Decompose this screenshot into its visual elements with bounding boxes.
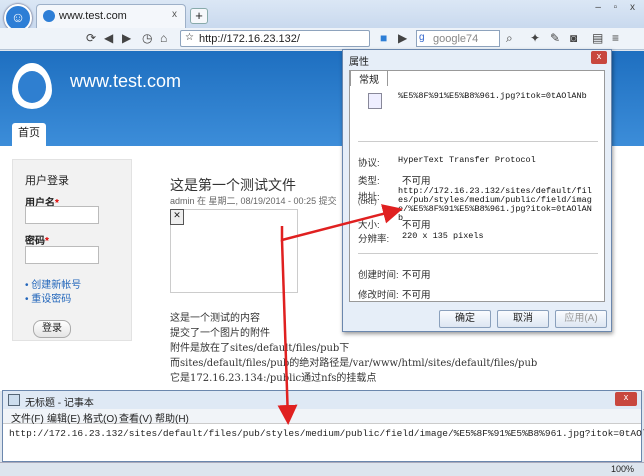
address-text: http://172.16.23.132/ — [199, 33, 300, 45]
password-label: 密码* — [25, 232, 49, 247]
dialog-title: 属性 — [349, 57, 369, 68]
notepad-close-icon[interactable]: x — [615, 392, 637, 406]
site-name[interactable]: www.test.com — [70, 71, 181, 92]
search-placeholder: google74 — [433, 33, 479, 45]
notepad-content: http://172.16.23.132/sites/default/files… — [9, 428, 644, 439]
tools-icon[interactable]: ✦ — [530, 31, 540, 45]
compat-icon[interactable]: ■ — [380, 31, 387, 45]
general-tab-panel: 常规 %E5%8F%91%E5%B8%961.jpg?itok=0tAOlANb… — [349, 70, 605, 302]
menu-help[interactable]: 帮助(H) — [155, 410, 189, 425]
browser-tab[interactable]: www.test.com x — [36, 4, 186, 28]
home-icon[interactable]: ⌂ — [160, 31, 167, 45]
notepad-window: 无标题 - 记事本 x 文件(F) 编辑(E) 格式(O) 查看(V) 帮助(H… — [2, 390, 644, 462]
size-label: 大小: — [358, 220, 380, 231]
divider — [358, 253, 598, 254]
modified-value: 不可用 — [402, 290, 431, 301]
login-block: 用户登录 用户名* 密码* • 创建新帐号 • 重设密码 登录 — [12, 159, 132, 341]
type-value: 不可用 — [402, 176, 431, 187]
body-line: 它是172.16.23.134:/public通过nfs的挂载点 — [170, 373, 377, 384]
tab-close-icon[interactable]: x — [172, 9, 177, 20]
back-icon[interactable]: ◀ — [104, 31, 113, 45]
refresh-icon[interactable]: ⟳ — [86, 31, 96, 45]
apply-button[interactable]: 应用(A) — [555, 310, 607, 328]
pen-icon[interactable]: ✎ — [550, 31, 560, 45]
broken-image-icon[interactable]: ✕ — [170, 209, 184, 225]
body-line: 提交了一个图片的附件 — [170, 328, 270, 339]
file-name: %E5%8F%91%E5%B8%961.jpg?itok=0tAOlANb — [398, 91, 587, 101]
body-line: 这是一个测试的内容 — [170, 313, 260, 324]
post-meta: admin 在 星期二, 08/19/2014 - 00:25 提交 — [170, 196, 337, 206]
login-button[interactable]: 登录 — [33, 320, 71, 338]
search-go-icon[interactable]: ⌕ — [506, 31, 513, 46]
menu-file[interactable]: 文件(F) — [11, 410, 44, 425]
protocol-value: HyperText Transfer Protocol — [398, 155, 536, 165]
created-value: 不可用 — [402, 270, 431, 281]
cancel-button[interactable]: 取消 — [497, 310, 549, 328]
google-icon: g — [419, 32, 425, 43]
star-icon[interactable]: ☆ — [185, 32, 194, 43]
reset-password-text[interactable]: 重设密码 — [31, 294, 71, 305]
menu-edit[interactable]: 编辑(E) — [47, 410, 80, 425]
reset-password-link[interactable]: • 重设密码 — [25, 290, 71, 305]
camera-icon[interactable]: ◙ — [570, 31, 577, 45]
body-line: 附件是放在了sites/default/files/pub下 — [170, 343, 350, 354]
divider — [358, 141, 598, 142]
create-account-link[interactable]: • 创建新帐号 — [25, 276, 81, 291]
browser-titlebar: www.test.com x + – ▫ x — [0, 0, 644, 28]
username-field[interactable] — [25, 206, 99, 224]
zoom-level[interactable]: 100% — [611, 464, 634, 474]
site-favicon-icon — [43, 10, 55, 22]
properties-dialog: 属性 x 常规 %E5%8F%91%E5%B8%961.jpg?itok=0tA… — [342, 49, 612, 332]
search-input[interactable]: g google74 — [416, 30, 500, 47]
forward-icon[interactable]: ▶ — [122, 31, 131, 45]
resolution-value: 220 x 135 pixels — [402, 231, 484, 241]
type-label: 类型: — [358, 176, 380, 187]
body-line: 而sites/default/files/pub的绝对路径是/var/www/h… — [170, 358, 538, 369]
notepad-icon — [8, 394, 20, 406]
tab-home[interactable]: 首页 — [12, 123, 46, 146]
window-controls[interactable]: – ▫ x — [595, 2, 640, 13]
tab-general[interactable]: 常规 — [350, 70, 388, 86]
address-sublabel: (URL) — [358, 199, 377, 206]
file-icon — [368, 93, 382, 109]
tab-title: www.test.com — [59, 10, 127, 22]
post-image-frame[interactable] — [170, 209, 298, 293]
notepad-menubar: 文件(F) 编辑(E) 格式(O) 查看(V) 帮助(H) — [3, 409, 641, 425]
modified-label: 修改时间: — [358, 290, 399, 301]
history-icon[interactable]: ◷ — [142, 31, 152, 45]
menu-format[interactable]: 格式(O) — [83, 410, 117, 425]
menu-icon[interactable]: ≡ — [612, 31, 619, 45]
login-heading: 用户登录 — [25, 175, 69, 187]
status-bar: 100% — [0, 462, 644, 476]
page-icon[interactable]: ▤ — [592, 31, 603, 45]
drupal-logo-inner — [18, 71, 46, 103]
post-title[interactable]: 这是第一个测试文件 — [170, 175, 296, 195]
protocol-label: 协议: — [358, 158, 380, 169]
address-bar[interactable]: ☆ http://172.16.23.132/ — [180, 30, 370, 47]
new-tab-button[interactable]: + — [190, 8, 208, 24]
browser-navbar: ⟳ ◀ ▶ ◷ ⌂ ☆ http://172.16.23.132/ ■ ▶ g … — [0, 28, 644, 50]
menu-view[interactable]: 查看(V) — [119, 410, 152, 425]
notepad-title: 无标题 - 记事本 — [25, 398, 94, 409]
size-value: 不可用 — [402, 220, 431, 231]
close-icon[interactable]: x — [591, 51, 607, 64]
go-icon[interactable]: ▶ — [398, 31, 407, 45]
resolution-label: 分辨率: — [358, 234, 390, 245]
created-label: 创建时间: — [358, 270, 399, 281]
notepad-text-area[interactable]: http://172.16.23.132/sites/default/files… — [3, 424, 644, 461]
password-field[interactable] — [25, 246, 99, 264]
ok-button[interactable]: 确定 — [439, 310, 491, 328]
